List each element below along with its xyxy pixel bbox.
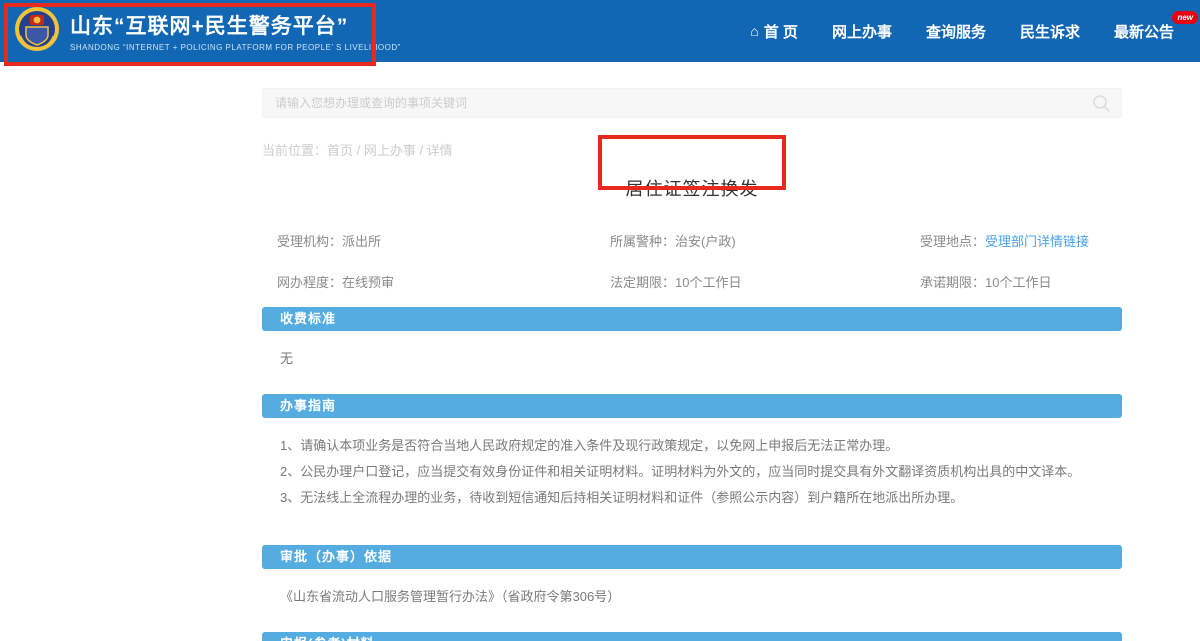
home-icon: ⌂ (750, 24, 758, 38)
sections: 收费标准无办事指南 1、请确认本项业务是否符合当地人民政府规定的准入条件及现行政策… (262, 307, 1122, 641)
nav-item-label: 首 页 (764, 21, 798, 42)
logo-title: 山东“互联网+民生警务平台” (70, 10, 401, 40)
section-header-1: 办事指南 (262, 394, 1122, 418)
info-label: 承诺期限： (920, 275, 985, 290)
nav-item-3[interactable]: 民生诉求 (1020, 21, 1080, 42)
info-label: 受理地点： (920, 234, 985, 249)
section-text-line: 1、请确认本项业务是否符合当地人民政府规定的准入条件及现行政策规定，以免网上申报… (280, 433, 1122, 459)
section-text-line: 《山东省流动人口服务管理暂行办法》（省政府令第306号） (280, 584, 1122, 610)
main-nav: ⌂ 首 页 网上办事 查询服务 民生诉求 最新公告new (750, 21, 1174, 42)
info-label: 所属警种： (610, 234, 675, 249)
nav-item-label: 最新公告 (1114, 21, 1174, 42)
logo[interactable]: 山东“互联网+民生警务平台” SHANDONG “INTERNET + POLI… (14, 6, 401, 57)
nav-item-0[interactable]: ⌂ 首 页 (750, 21, 798, 42)
info-value: 派出所 (342, 234, 381, 249)
main-content: 当前位置：首页 / 网上办事 / 详情 居住证签注换发 受理机构：派出所所属警种… (262, 88, 1122, 641)
nav-item-label: 网上办事 (832, 21, 892, 42)
info-value: 在线预审 (342, 275, 394, 290)
info-value-link[interactable]: 受理部门详情链接 (985, 234, 1089, 249)
section-body-1: 1、请确认本项业务是否符合当地人民政府规定的准入条件及现行政策规定，以免网上申报… (262, 418, 1122, 545)
section-body-0: 无 (262, 331, 1122, 394)
info-item-3: 网办程度：在线预审 (277, 272, 610, 291)
search-input[interactable] (263, 96, 1091, 110)
police-badge-icon (14, 6, 60, 57)
header: 山东“互联网+民生警务平台” SHANDONG “INTERNET + POLI… (0, 0, 1200, 62)
search-bar (262, 88, 1122, 118)
info-label: 受理机构： (277, 234, 342, 249)
nav-item-label: 民生诉求 (1020, 21, 1080, 42)
nav-item-1[interactable]: 网上办事 (832, 21, 892, 42)
info-label: 网办程度： (277, 275, 342, 290)
page-title: 居住证签注换发 (262, 175, 1122, 201)
info-value: 10个工作日 (675, 275, 741, 290)
info-item-5: 承诺期限：10个工作日 (920, 272, 1137, 291)
info-item-0: 受理机构：派出所 (277, 231, 610, 250)
info-value: 治安(户政) (675, 234, 736, 249)
section-body-2: 《山东省流动人口服务管理暂行办法》（省政府令第306号） (262, 569, 1122, 632)
search-icon[interactable] (1091, 93, 1111, 113)
section-text-line: 无 (280, 346, 1122, 372)
section-header-2: 审批（办事）依据 (262, 545, 1122, 569)
info-value: 10个工作日 (985, 275, 1051, 290)
section-text-line: 3、无法线上全流程办理的业务，待收到短信通知后持相关证明材料和证件（参照公示内容… (280, 485, 1122, 511)
breadcrumb: 当前位置：首页 / 网上办事 / 详情 (262, 140, 1122, 159)
info-label: 法定期限： (610, 275, 675, 290)
info-grid: 受理机构：派出所所属警种：治安(户政)受理地点：受理部门详情链接网办程度：在线预… (262, 231, 1122, 291)
nav-item-2[interactable]: 查询服务 (926, 21, 986, 42)
info-item-4: 法定期限：10个工作日 (610, 272, 920, 291)
info-item-2: 受理地点：受理部门详情链接 (920, 231, 1137, 250)
logo-subtitle: SHANDONG “INTERNET + POLICING PLATFORM F… (70, 43, 401, 52)
section-header-3: 申报(参考)材料 (262, 632, 1122, 641)
section-text-line: 2、公民办理户口登记，应当提交有效身份证件和相关证明材料。证明材料为外文的，应当… (280, 459, 1122, 485)
nav-item-4[interactable]: 最新公告new (1114, 21, 1174, 42)
section-header-0: 收费标准 (262, 307, 1122, 331)
info-item-1: 所属警种：治安(户政) (610, 231, 920, 250)
nav-item-label: 查询服务 (926, 21, 986, 42)
new-badge: new (1172, 11, 1198, 24)
